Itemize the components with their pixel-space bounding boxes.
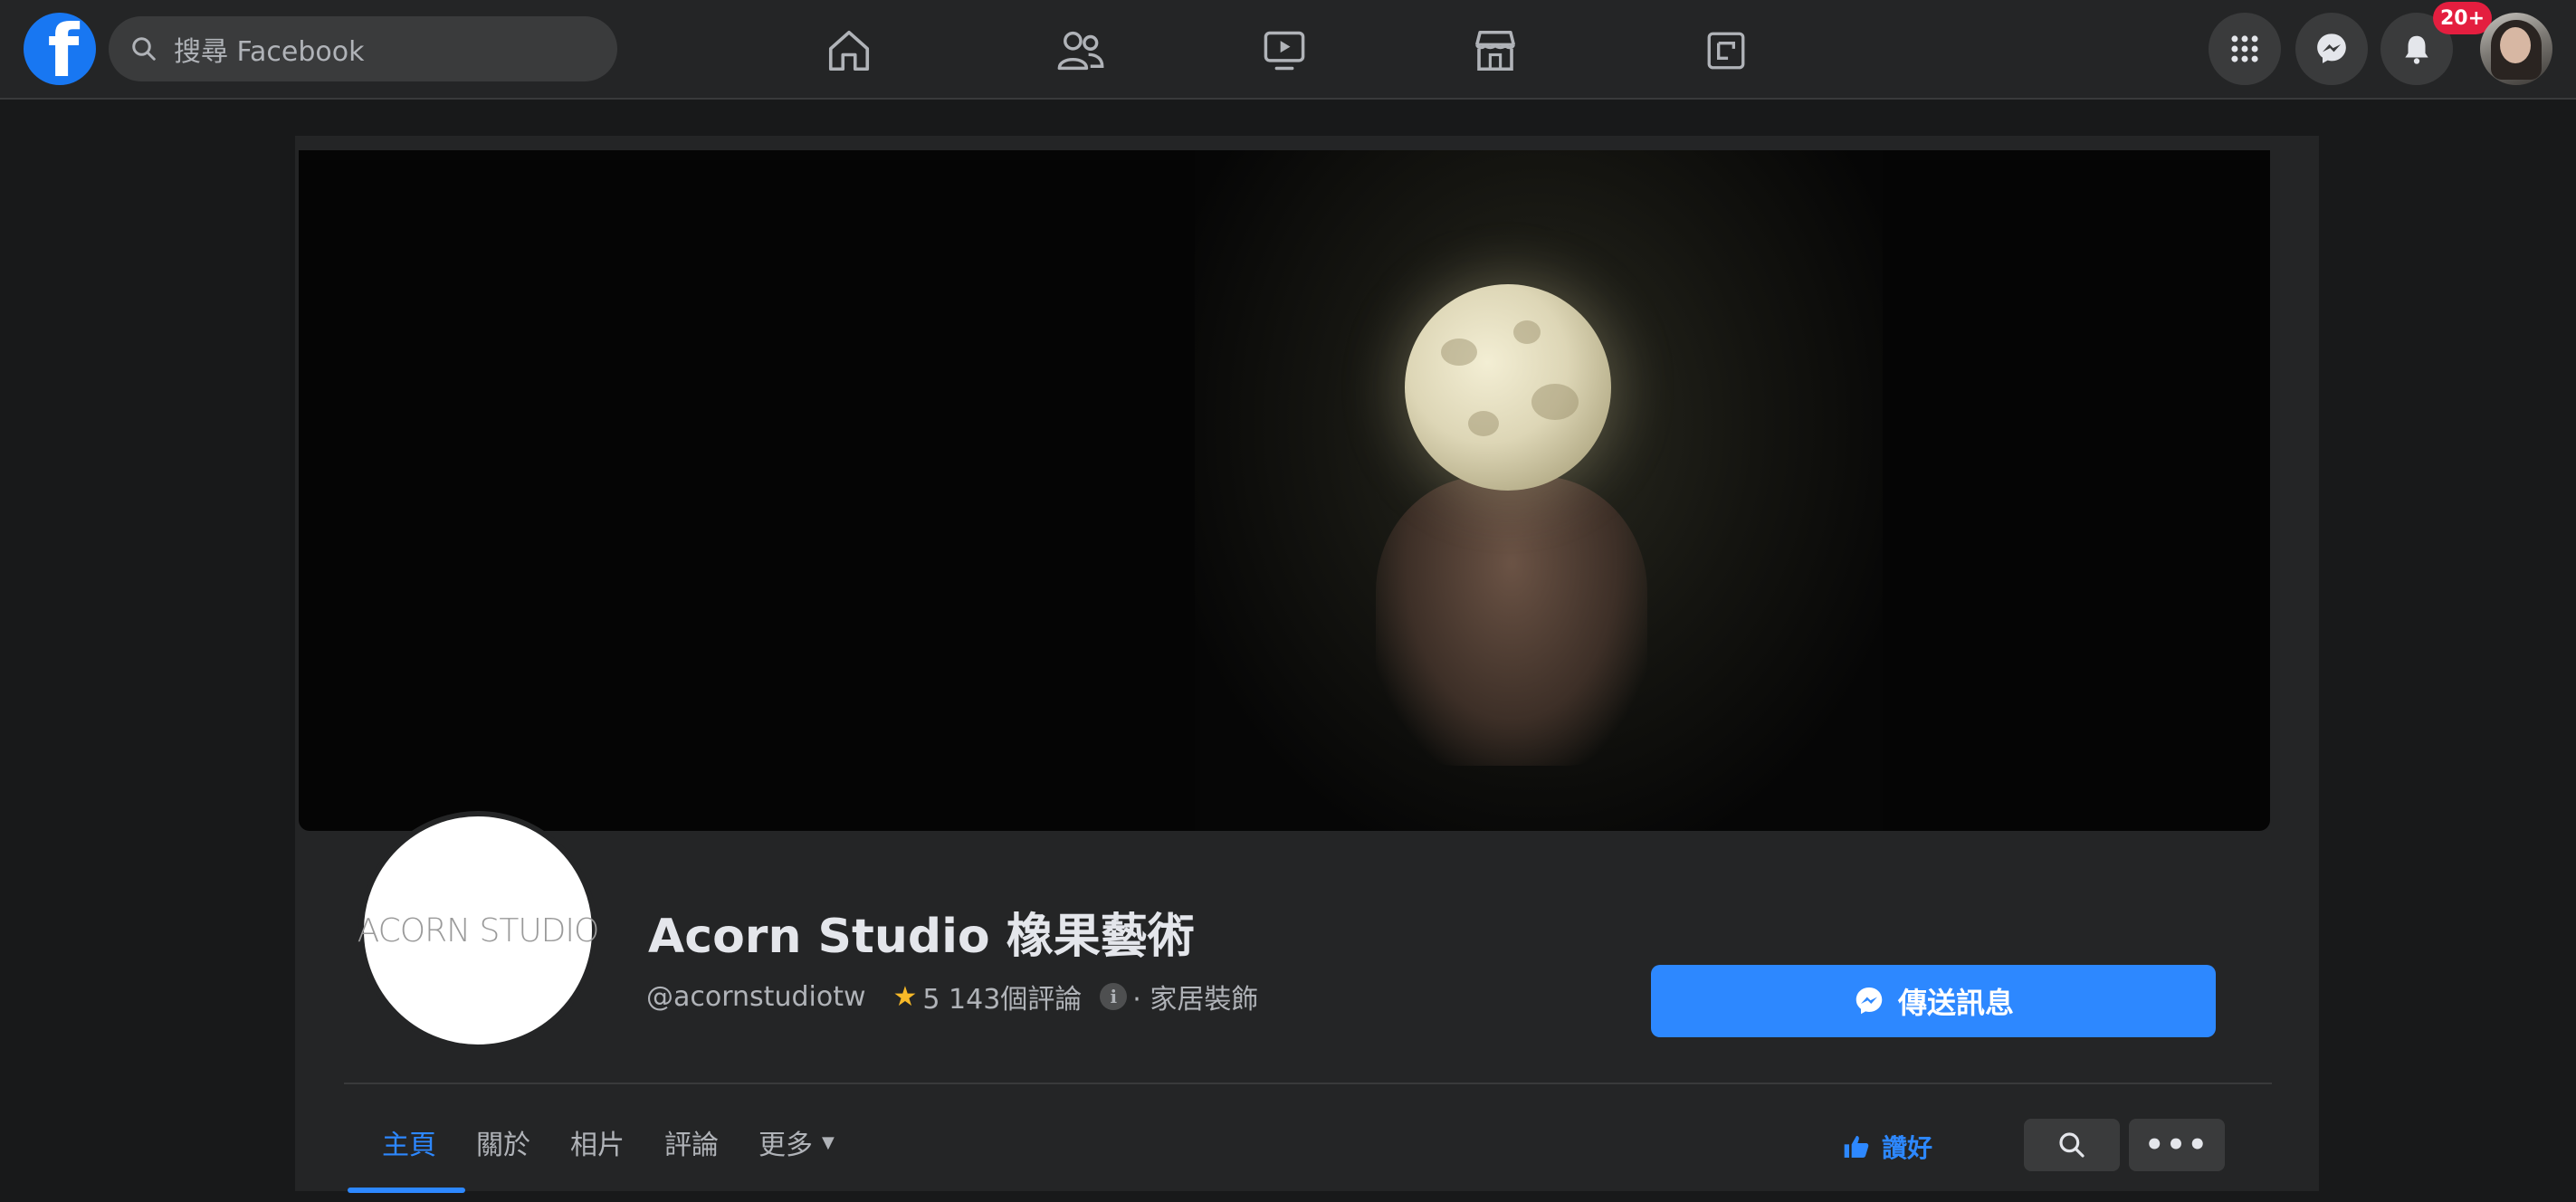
- tab-label: 相片: [570, 1130, 625, 1161]
- tab-watch[interactable]: [1220, 13, 1349, 89]
- tab-label: 關於: [476, 1130, 530, 1161]
- search-icon: [2059, 1132, 2085, 1158]
- top-navigation-bar: f 搜尋 Facebook 20+: [0, 0, 2576, 100]
- search-page-button[interactable]: [2024, 1119, 2120, 1171]
- tab-photos[interactable]: 相片: [550, 1115, 644, 1169]
- messenger-icon: [1856, 987, 1883, 1015]
- facebook-logo-letter: f: [47, 13, 80, 86]
- tab-label: 主頁: [382, 1130, 436, 1161]
- page-meta-row: @acornstudiotw ★ 5 143個評論 i · 家居裝飾: [646, 974, 1258, 1019]
- moon-lamp-image: [1405, 284, 1611, 491]
- active-tab-indicator: [348, 1188, 465, 1193]
- tab-label: 更多: [758, 1130, 813, 1161]
- tab-more[interactable]: 更多 ▼: [739, 1115, 854, 1169]
- marketplace-icon: [1475, 30, 1515, 72]
- menu-grid-button[interactable]: [2209, 13, 2281, 85]
- search-placeholder: 搜尋 Facebook: [174, 36, 365, 68]
- home-icon: [828, 30, 870, 72]
- info-icon: i: [1100, 983, 1128, 1010]
- send-message-button[interactable]: 傳送訊息: [1651, 965, 2216, 1037]
- tab-home[interactable]: [782, 13, 916, 89]
- like-button[interactable]: 讚好: [1765, 1122, 2009, 1171]
- profile-picture[interactable]: ACORN STUDIO: [357, 811, 600, 1050]
- tab-home-page[interactable]: 主頁: [362, 1115, 456, 1169]
- tab-friends[interactable]: [1003, 13, 1159, 89]
- like-button-label: 讚好: [1881, 1133, 1932, 1163]
- profile-logo-text: ACORN STUDIO: [357, 911, 600, 949]
- thumbs-up-icon: [1844, 1136, 1869, 1158]
- notification-badge: 20+: [2433, 2, 2493, 34]
- tab-reviews[interactable]: 評論: [644, 1115, 739, 1169]
- cover-hand: [1376, 476, 1647, 766]
- avatar[interactable]: [2480, 13, 2552, 85]
- tab-about[interactable]: 關於: [456, 1115, 550, 1169]
- watch-icon: [1264, 31, 1305, 71]
- tab-marketplace[interactable]: [1432, 13, 1559, 89]
- page-handle[interactable]: @acornstudiotw: [646, 981, 866, 1013]
- tab-gaming[interactable]: [1656, 13, 1796, 89]
- cover-photo[interactable]: [299, 150, 2270, 831]
- bell-icon: [2405, 35, 2428, 64]
- gaming-icon: [1707, 32, 1745, 70]
- page-tabs: 主頁 關於 相片 評論 更多 ▼: [362, 1115, 854, 1169]
- menu-grid-icon: [2231, 35, 2258, 62]
- send-message-label: 傳送訊息: [1897, 986, 2014, 1020]
- messenger-button[interactable]: [2295, 13, 2368, 85]
- messenger-icon: [2317, 33, 2346, 63]
- page-rating[interactable]: 5 143個評論: [922, 977, 1082, 1016]
- star-icon: ★: [892, 980, 918, 1013]
- search-input[interactable]: 搜尋 Facebook: [109, 16, 617, 81]
- facebook-logo-icon[interactable]: f: [24, 13, 96, 85]
- page-category[interactable]: · 家居裝飾: [1132, 977, 1258, 1016]
- header-divider: [344, 1083, 2272, 1084]
- more-options-button[interactable]: •••: [2129, 1119, 2225, 1171]
- page-title: Acorn Studio 橡果藝術: [648, 910, 1195, 964]
- friends-icon: [1057, 31, 1104, 71]
- search-icon: [132, 37, 156, 61]
- tab-label: 評論: [664, 1130, 719, 1161]
- more-dots-icon: •••: [2144, 1127, 2209, 1163]
- chevron-down-icon: ▼: [822, 1132, 835, 1152]
- avatar-face: [2500, 27, 2531, 63]
